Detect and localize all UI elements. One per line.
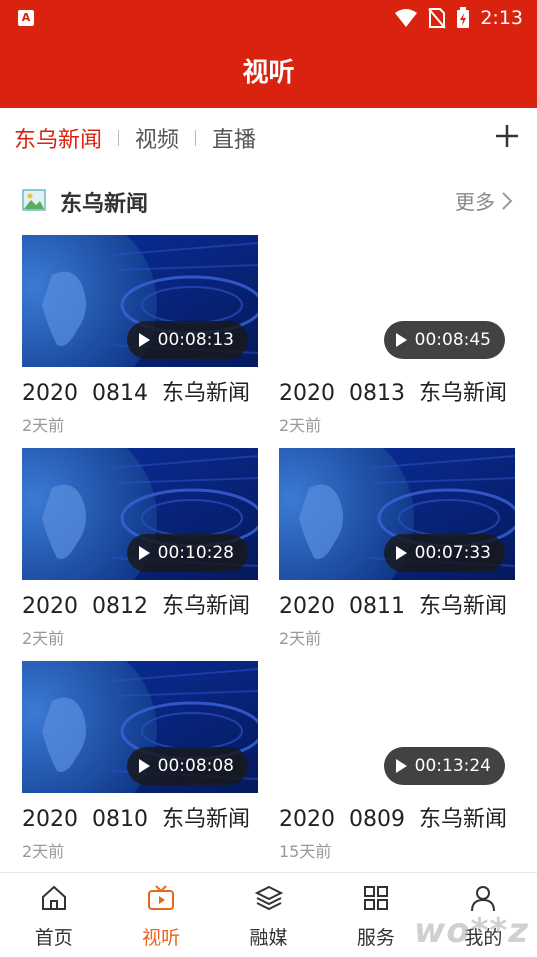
play-icon — [138, 546, 150, 560]
video-thumbnail[interactable]: 00:07:33 — [279, 448, 515, 580]
play-icon — [395, 759, 407, 773]
status-bar: A 2:13 — [0, 0, 537, 36]
grid-icon — [363, 886, 388, 910]
page-title: 视听 — [242, 58, 295, 88]
video-time-ago: 2天前 — [22, 842, 65, 861]
no-sim-icon — [428, 8, 447, 29]
image-icon — [22, 189, 46, 211]
duration-badge: 00:08:08 — [126, 747, 248, 785]
duration-badge: 00:07:33 — [383, 534, 505, 572]
tab-video[interactable]: 视频 — [135, 122, 179, 154]
video-title[interactable]: 2020 0813 东乌新闻 — [279, 375, 529, 407]
layers-icon — [254, 885, 283, 911]
video-thumbnail[interactable]: 00:08:13 — [22, 235, 258, 367]
nav-audiovisual[interactable]: 视听 — [107, 873, 214, 957]
section-title: 东乌新闻 — [60, 192, 149, 217]
video-title[interactable]: 2020 0814 东乌新闻 — [22, 375, 272, 407]
category-tabs: 东乌新闻 视频 直播 — [0, 108, 537, 168]
nav-home-label: 首页 — [34, 927, 73, 949]
video-time-ago: 2天前 — [279, 629, 322, 648]
app-header: A 2:13 视听 — [0, 0, 537, 108]
add-channel-button[interactable] — [493, 122, 521, 150]
chevron-right-icon — [502, 191, 513, 210]
play-icon — [138, 333, 150, 347]
nav-media-label: 融媒 — [249, 927, 288, 949]
duration-text: 00:08:45 — [414, 330, 491, 350]
play-icon — [395, 333, 407, 347]
duration-badge: 00:08:13 — [126, 321, 248, 359]
status-icons: 2:13 — [394, 6, 523, 30]
user-icon — [471, 886, 496, 912]
video-card[interactable]: 00:08:08 2020 0810 东乌新闻 2天前 — [22, 661, 258, 861]
video-time-ago: 2天前 — [22, 416, 65, 435]
duration-text: 00:08:08 — [157, 756, 234, 776]
video-card[interactable]: 00:10:28 2020 0812 东乌新闻 2天前 — [22, 448, 258, 648]
battery-charging-icon — [457, 7, 470, 28]
video-thumbnail[interactable]: 00:13:24 — [279, 661, 515, 793]
duration-badge: 00:13:24 — [383, 747, 505, 785]
video-title[interactable]: 2020 0811 东乌新闻 — [279, 588, 529, 620]
tab-divider — [118, 130, 120, 146]
duration-text: 00:13:24 — [414, 756, 491, 776]
video-thumbnail[interactable]: 00:08:45 — [279, 235, 515, 367]
video-thumbnail[interactable]: 00:08:08 — [22, 661, 258, 793]
tab-news[interactable]: 东乌新闻 — [14, 122, 102, 154]
video-card[interactable]: 00:07:33 2020 0811 东乌新闻 2天前 — [279, 448, 515, 648]
video-time-ago: 15天前 — [279, 842, 332, 861]
more-label: 更多 — [455, 190, 495, 214]
duration-text: 00:10:28 — [157, 543, 234, 563]
video-time-ago: 2天前 — [279, 416, 322, 435]
video-title[interactable]: 2020 0812 东乌新闻 — [22, 588, 272, 620]
play-icon — [395, 546, 407, 560]
video-title[interactable]: 2020 0809 东乌新闻 — [279, 801, 529, 833]
section-header: 东乌新闻 更多 — [0, 180, 537, 224]
nav-services-label: 服务 — [356, 927, 395, 949]
app-notification-icon: A — [18, 10, 34, 26]
duration-badge: 00:10:28 — [126, 534, 248, 572]
duration-badge: 00:08:45 — [383, 321, 505, 359]
play-icon — [138, 759, 150, 773]
duration-text: 00:07:33 — [414, 543, 491, 563]
watermark: wo**z — [413, 911, 529, 951]
wifi-icon — [395, 9, 418, 27]
tab-divider — [195, 130, 197, 146]
video-card[interactable]: 00:08:45 2020 0813 东乌新闻 2天前 — [279, 235, 515, 435]
nav-home[interactable]: 首页 — [0, 873, 107, 957]
duration-text: 00:08:13 — [157, 330, 234, 350]
video-card[interactable]: 00:13:24 2020 0809 东乌新闻 15天前 — [279, 661, 515, 861]
nav-media[interactable]: 融媒 — [215, 873, 322, 957]
video-card[interactable]: 00:08:13 2020 0814 东乌新闻 2天前 — [22, 235, 258, 435]
more-link[interactable]: 更多 — [455, 186, 513, 215]
tv-icon — [148, 885, 175, 910]
video-thumbnail[interactable]: 00:10:28 — [22, 448, 258, 580]
status-time: 2:13 — [480, 7, 523, 29]
nav-audiovisual-label: 视听 — [142, 927, 181, 949]
home-icon — [41, 885, 66, 910]
video-title[interactable]: 2020 0810 东乌新闻 — [22, 801, 272, 833]
video-time-ago: 2天前 — [22, 629, 65, 648]
tab-live[interactable]: 直播 — [212, 122, 256, 154]
